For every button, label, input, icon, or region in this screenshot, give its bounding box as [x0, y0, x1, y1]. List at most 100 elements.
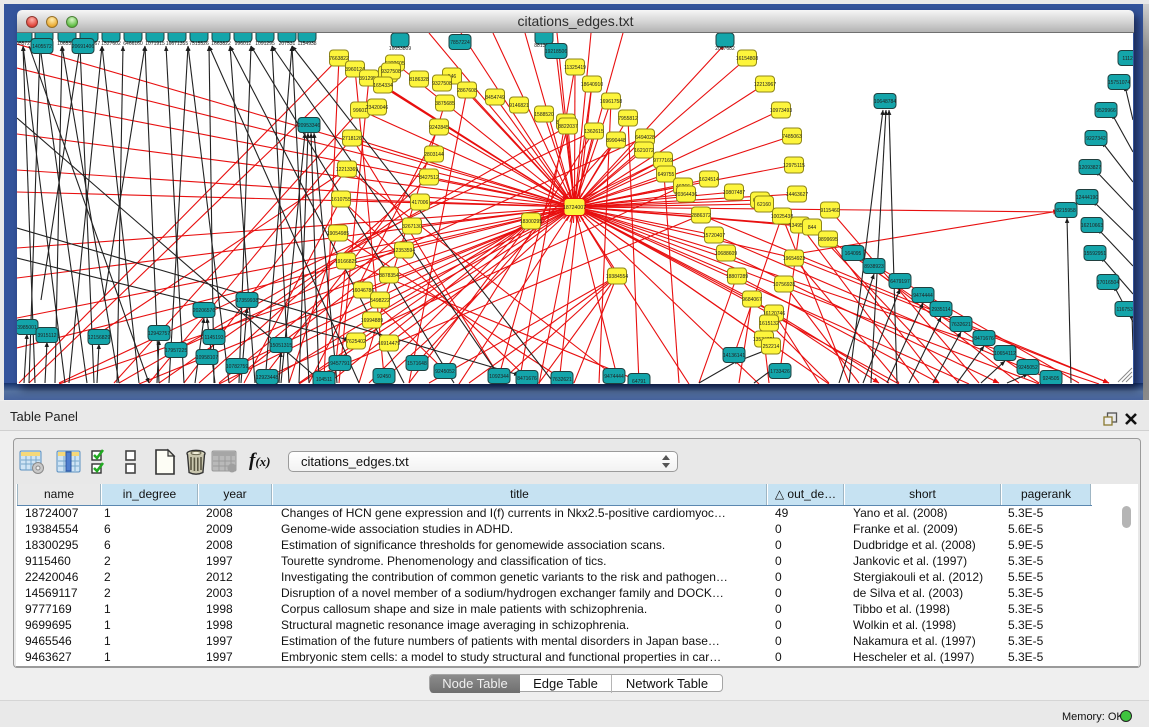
svg-text:16914479: 16914479 — [378, 341, 400, 347]
svg-text:10958107: 10958107 — [196, 355, 218, 361]
svg-text:9245052: 9245052 — [1018, 365, 1038, 371]
svg-text:14463627: 14463627 — [786, 192, 808, 198]
svg-text:15720407: 15720407 — [703, 233, 725, 239]
svg-text:14136141: 14136141 — [723, 353, 745, 359]
svg-text:9245052: 9245052 — [435, 369, 455, 375]
svg-text:16961758: 16961758 — [600, 99, 622, 105]
svg-text:1571648: 1571648 — [407, 361, 427, 367]
svg-text:16154808: 16154808 — [736, 56, 758, 62]
svg-text:924505: 924505 — [1043, 376, 1060, 382]
svg-text:8938923: 8938923 — [864, 264, 884, 270]
svg-text:8215958: 8215958 — [1056, 208, 1076, 214]
svg-text:2935114: 2935114 — [931, 307, 950, 313]
svg-text:6466160: 6466160 — [123, 41, 143, 47]
svg-text:8454749: 8454749 — [485, 95, 505, 101]
svg-text:10688609: 10688609 — [715, 251, 737, 257]
svg-text:64791: 64791 — [632, 379, 646, 384]
svg-text:1621072: 1621072 — [634, 148, 654, 154]
svg-text:844: 844 — [808, 225, 817, 231]
svg-text:8471676: 8471676 — [974, 336, 994, 342]
svg-text:9457791: 9457791 — [330, 361, 350, 367]
svg-text:1145193: 1145193 — [204, 335, 223, 341]
svg-text:5498222: 5498222 — [370, 298, 390, 304]
svg-text:16210663: 16210663 — [1081, 223, 1103, 229]
svg-text:104511: 104511 — [316, 377, 333, 383]
svg-text:9529966: 9529966 — [1096, 108, 1116, 114]
svg-text:207531: 207531 — [279, 41, 296, 47]
svg-text:18807289: 18807289 — [726, 274, 748, 280]
svg-text:15592951: 15592951 — [1084, 251, 1106, 257]
svg-text:8990448: 8990448 — [606, 138, 626, 144]
svg-text:1527602: 1527602 — [101, 41, 121, 47]
svg-text:1624514: 1624514 — [699, 177, 719, 183]
svg-text:2886372: 2886372 — [691, 213, 711, 219]
svg-text:20206576: 20206576 — [193, 308, 215, 314]
svg-text:16053809: 16053809 — [389, 46, 411, 52]
svg-text:12213967: 12213967 — [754, 82, 776, 88]
svg-text:8878354: 8878354 — [379, 273, 399, 279]
svg-text:19166825: 19166825 — [335, 259, 357, 265]
svg-text:9242845: 9242845 — [429, 125, 449, 131]
svg-text:1154938: 1154938 — [297, 41, 316, 47]
svg-text:10807487: 10807487 — [723, 190, 745, 196]
svg-text:7663822: 7663822 — [329, 56, 349, 62]
svg-text:9327508: 9327508 — [432, 81, 452, 87]
svg-text:20691406: 20691406 — [72, 44, 94, 50]
svg-text:11325419: 11325419 — [564, 65, 586, 71]
svg-text:9474444: 9474444 — [604, 374, 624, 380]
svg-text:12942757: 12942757 — [148, 331, 170, 337]
svg-text:19384554: 19384554 — [606, 274, 628, 280]
svg-text:1092344: 1092344 — [489, 374, 509, 380]
svg-text:3985001: 3985001 — [17, 325, 37, 331]
svg-text:9227342: 9227342 — [1086, 136, 1106, 142]
svg-text:7632621: 7632621 — [951, 322, 971, 328]
svg-text:18300295: 18300295 — [520, 219, 542, 225]
svg-text:996012: 996012 — [235, 41, 252, 47]
svg-text:12213369: 12213369 — [336, 167, 358, 173]
svg-text:12353594: 12353594 — [393, 248, 415, 254]
svg-text:3267130: 3267130 — [402, 224, 422, 230]
svg-text:7955812: 7955812 — [618, 116, 638, 122]
svg-text:10648784: 10648784 — [874, 99, 896, 105]
svg-text:15051315: 15051315 — [270, 343, 292, 349]
svg-text:10654112: 10654112 — [994, 351, 1016, 357]
svg-text:10756928: 10756928 — [773, 282, 795, 288]
svg-text:18724007: 18724007 — [563, 205, 586, 211]
svg-text:62160: 62160 — [757, 202, 771, 208]
svg-text:12093827: 12093827 — [1079, 165, 1101, 171]
svg-text:10973493: 10973493 — [770, 108, 792, 114]
svg-text:17359938: 17359938 — [236, 298, 258, 304]
svg-text:12444190: 12444190 — [1076, 195, 1098, 201]
svg-text:12923448: 12923448 — [256, 375, 278, 381]
svg-text:12975115: 12975115 — [783, 163, 805, 169]
svg-text:1610755: 1610755 — [331, 197, 351, 203]
svg-text:12156829: 12156829 — [88, 335, 110, 341]
svg-text:3875685: 3875685 — [435, 101, 455, 107]
svg-text:16994889: 16994889 — [361, 318, 383, 324]
svg-text:1733426: 1733426 — [770, 369, 790, 375]
svg-text:9115460: 9115460 — [820, 208, 839, 214]
svg-text:20953346: 20953346 — [298, 123, 320, 129]
svg-text:417006: 417006 — [412, 200, 429, 206]
svg-text:17016504: 17016504 — [1097, 280, 1119, 286]
svg-text:9777169: 9777169 — [653, 158, 673, 164]
svg-text:3915112: 3915112 — [37, 333, 56, 339]
svg-text:8186328: 8186328 — [409, 77, 429, 83]
svg-text:9899695: 9899695 — [818, 237, 838, 243]
svg-text:19654923: 19654923 — [783, 256, 805, 262]
svg-text:1663822: 1663822 — [211, 41, 231, 47]
svg-text:6494028: 6494028 — [635, 135, 655, 141]
svg-text:20364436: 20364436 — [675, 192, 697, 198]
svg-text:164095: 164095 — [845, 251, 862, 257]
svg-text:1588520: 1588520 — [534, 112, 554, 118]
svg-text:7632621: 7632621 — [552, 377, 572, 383]
svg-text:7485063: 7485063 — [782, 134, 802, 140]
svg-text:11125: 11125 — [1122, 56, 1133, 62]
svg-text:7857224: 7857224 — [450, 40, 470, 46]
svg-text:1091295: 1091295 — [255, 41, 275, 47]
svg-text:1167534: 1167534 — [1116, 307, 1133, 313]
svg-text:252214: 252214 — [763, 344, 780, 350]
svg-text:2803144: 2803144 — [424, 152, 444, 158]
svg-text:16671355: 16671355 — [166, 41, 188, 47]
svg-text:10025438: 10025438 — [771, 214, 793, 220]
